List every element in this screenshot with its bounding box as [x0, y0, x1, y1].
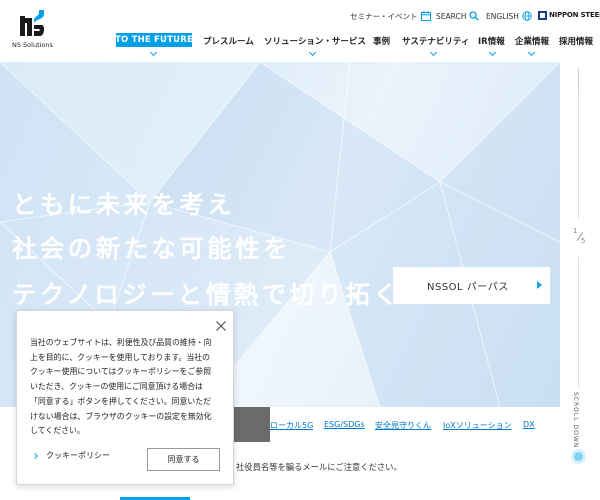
- cookie-policy-link[interactable]: クッキーポリシー: [30, 450, 110, 461]
- nippon-steel-text: NIPPON STEEL: [549, 11, 600, 19]
- cookie-message-line: けない場合は、ブラウザのクッキーの設定を無効化: [30, 411, 212, 421]
- chevron-down-icon: [429, 48, 438, 57]
- seminar-event-label: セミナー・イベント: [350, 11, 418, 21]
- cookie-message-line: してください。: [30, 426, 85, 436]
- seminar-event-link[interactable]: セミナー・イベント: [350, 9, 431, 23]
- tag-safety-watch[interactable]: 安全見守りくん: [375, 420, 431, 431]
- tag-iox-solution[interactable]: IoXソリューション: [443, 420, 512, 431]
- hero-headline-line-3: テクノロジーと情熱で切り拓く: [12, 280, 402, 309]
- cookie-message-line: いただき、クッキーの使用にご同意頂ける場合は: [30, 382, 203, 392]
- nav-recruit[interactable]: 採用情報: [559, 35, 593, 47]
- nav-corporate[interactable]: 企業情報: [515, 35, 549, 47]
- chevron-down-icon: [488, 48, 497, 57]
- tag-esg-sdgs[interactable]: ESG/SDGs: [324, 420, 365, 429]
- chevron-right-icon: [32, 452, 38, 459]
- english-link[interactable]: ENGLISH: [486, 9, 532, 23]
- ns-logo-mark: [20, 10, 45, 36]
- hero-headline-line-1: ともに未来を考え: [12, 190, 236, 219]
- nav-cases[interactable]: 事例: [373, 35, 390, 47]
- nav-solutions[interactable]: ソリューション・サービス: [264, 35, 366, 47]
- nav-press-room[interactable]: プレスルーム: [203, 35, 254, 47]
- ns-solutions-logo[interactable]: NS Solutions: [12, 10, 56, 50]
- cookie-consent-dialog: 当社のウェブサイトは、利便性及び品質の維持・向 上を目的に、クッキーを使用してお…: [16, 310, 234, 485]
- chevron-down-icon: [527, 48, 536, 57]
- hero-headline-line-2: 社会の新たな可能性を: [12, 234, 291, 263]
- phishing-notice[interactable]: 社役員名等を騙るメールにご注意ください。: [236, 461, 402, 473]
- slide-counter: 1 5: [568, 227, 592, 247]
- search-button[interactable]: SEARCH: [436, 9, 480, 23]
- globe-icon: [522, 11, 532, 21]
- english-label: ENGLISH: [486, 11, 519, 21]
- cookie-message-line: 当社のウェブサイトは、利便性及び品質の維持・向: [30, 338, 212, 347]
- slide-progress-indicator: [578, 68, 579, 92]
- logo-text: NS Solutions: [12, 41, 53, 49]
- cookie-message-line: 上を目的に、クッキーを使用しております。当社の: [30, 352, 210, 362]
- purpose-button-label: NSSOL パーパス: [427, 282, 509, 293]
- nav-ir[interactable]: IR情報: [478, 35, 505, 47]
- arrow-right-icon: [537, 281, 542, 289]
- slide-rail: 1 5 SCROLL DOWN: [560, 62, 600, 500]
- cookie-policy-label: クッキーポリシー: [46, 451, 110, 460]
- cookie-message: 当社のウェブサイトは、利便性及び品質の維持・向 上を目的に、クッキーを使用してお…: [30, 336, 228, 439]
- nav-sustainability[interactable]: サステナビリティ: [402, 35, 469, 47]
- tag-dx[interactable]: DX: [523, 420, 535, 429]
- close-icon[interactable]: [215, 320, 227, 332]
- rail-divider: [578, 257, 579, 387]
- purpose-button[interactable]: NSSOL パーパス: [393, 267, 550, 304]
- search-icon: [469, 11, 480, 21]
- slide-total: 5: [581, 237, 586, 245]
- tags-header-block: [234, 407, 270, 442]
- search-label: SEARCH: [436, 11, 467, 21]
- slide-current: 1: [573, 227, 578, 235]
- nippon-steel-logo[interactable]: NIPPON STEEL: [538, 9, 600, 21]
- chevron-down-icon: [308, 48, 317, 57]
- tag-local-5g[interactable]: ローカル5G: [270, 420, 313, 431]
- agree-button[interactable]: 同意する: [147, 448, 220, 471]
- calendar-icon: [420, 11, 431, 21]
- cookie-message-line: クッキー使用についてはクッキーポリシーをご参照: [30, 367, 212, 377]
- nippon-steel-mark: [538, 10, 547, 20]
- to-the-future-button[interactable]: TO THE FUTURE: [116, 33, 192, 47]
- scroll-indicator-dot: [574, 452, 583, 461]
- site-header: NS Solutions セミナー・イベント SEARCH ENGLISH NI…: [0, 0, 600, 62]
- scroll-down-label[interactable]: SCROLL DOWN: [572, 392, 579, 448]
- chevron-down-icon: [149, 48, 158, 57]
- cookie-message-line: 「同意する」ボタンを押してください。同意いただ: [30, 396, 212, 406]
